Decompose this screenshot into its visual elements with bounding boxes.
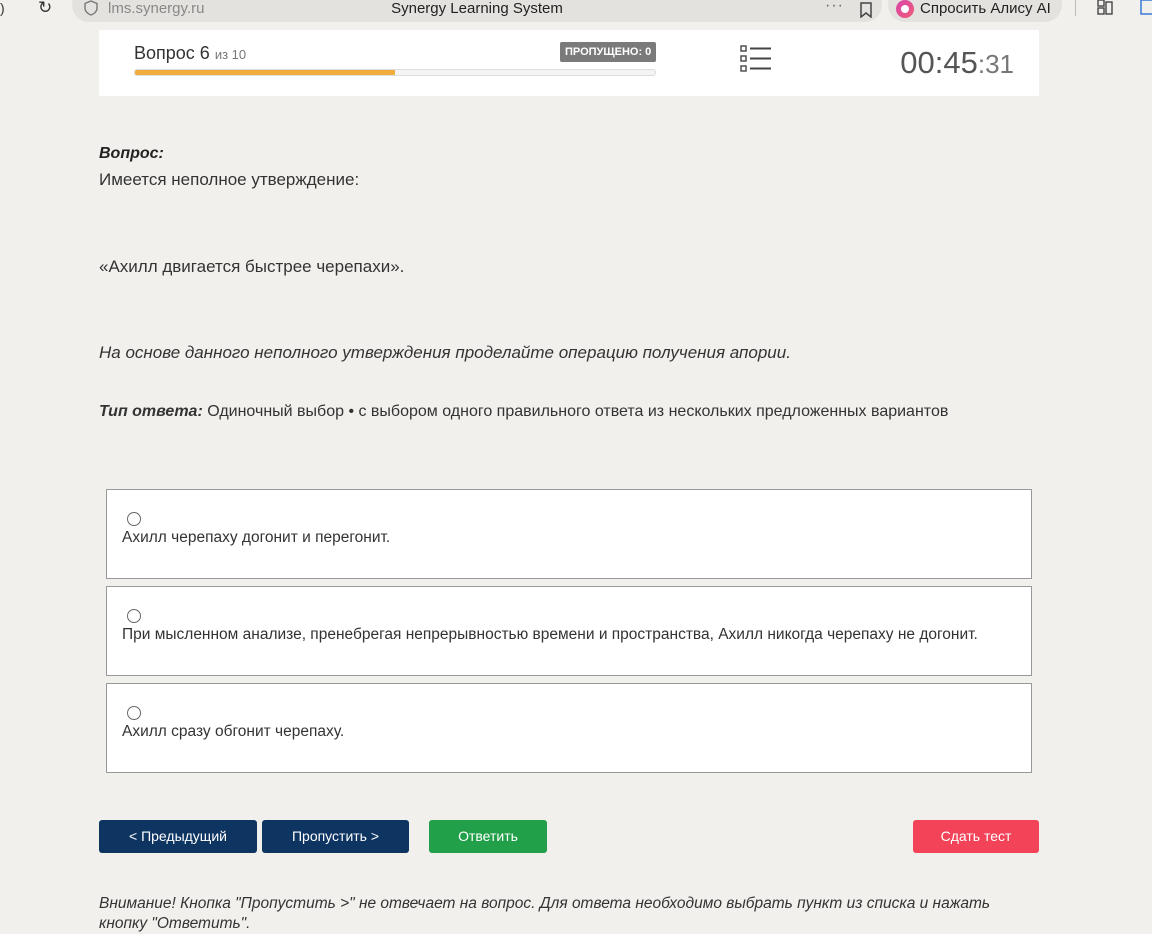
answer-button[interactable]: Ответить (429, 820, 547, 853)
question-instruction: На основе данного неполного утверждения … (99, 343, 791, 362)
radio-button[interactable] (127, 706, 141, 720)
question-total: из 10 (214, 47, 247, 62)
toolbar-divider (1075, 0, 1076, 16)
previous-button[interactable]: < Предыдущий (99, 820, 257, 853)
alice-button[interactable]: Спросить Алису AI (888, 0, 1062, 22)
answer-option[interactable]: Ахилл черепаху догонит и перегонит. (106, 489, 1032, 579)
radio-button[interactable] (127, 609, 141, 623)
extensions-icon[interactable] (1096, 0, 1114, 16)
answer-option[interactable]: Ахилл сразу обгонит черепаху. (106, 683, 1032, 773)
timer-seconds: :31 (977, 49, 1014, 79)
question-text-1: Имеется неполное утверждение: (99, 170, 360, 189)
countdown-timer: 00:45:31 (900, 45, 1014, 81)
answer-type-label: Тип ответа: (99, 403, 203, 420)
alice-label: Спросить Алису AI (920, 0, 1051, 17)
question-heading: Вопрос: (99, 145, 164, 162)
reload-icon[interactable]: ↻ (38, 0, 58, 18)
radio-button[interactable] (127, 512, 141, 526)
profile-icon[interactable] (1140, 0, 1152, 16)
skipped-badge: ПРОПУЩЕНО: 0 (560, 42, 657, 62)
answer-option-text: Ахилл черепаху догонит и перегонит. (122, 529, 391, 546)
answer-option[interactable]: При мысленном анализе, пренебрегая непре… (106, 586, 1032, 676)
address-bar[interactable]: lms.synergy.ru Synergy Learning System ·… (72, 0, 882, 22)
answer-type: Тип ответа: Одиночный выбор • с выбором … (99, 403, 948, 421)
progress-bar (134, 69, 656, 76)
skip-button[interactable]: Пропустить > (262, 820, 409, 853)
answer-option-text: Ахилл сразу обгонит черепаху. (122, 723, 345, 740)
answer-type-value: Одиночный выбор • с выбором одного прави… (202, 403, 949, 420)
page-title: Synergy Learning System (391, 0, 563, 17)
question-text-2: «Ахилл двигается быстрее черепахи». (99, 257, 405, 276)
question-number: Вопрос 6 (134, 43, 210, 63)
alice-icon (896, 0, 914, 18)
timer-main: 00:45 (900, 45, 978, 80)
bookmark-icon[interactable] (860, 2, 872, 18)
more-icon[interactable]: ··· (825, 0, 844, 15)
question-list-icon[interactable] (740, 44, 772, 74)
back-icon[interactable]: ) (0, 0, 16, 16)
submit-test-button[interactable]: Сдать тест (913, 820, 1039, 853)
question-counter: Вопрос 6 из 10 (134, 43, 246, 64)
browser-toolbar: ) ↻ lms.synergy.ru Synergy Learning Syst… (0, 0, 1152, 24)
answer-option-text: При мысленном анализе, пренебрегая непре… (122, 626, 978, 643)
progress-fill (135, 70, 395, 75)
test-header: Вопрос 6 из 10 ПРОПУЩЕНО: 0 00:45:31 (99, 30, 1039, 96)
warning-note: Внимание! Кнопка "Пропустить >" не отвеч… (99, 895, 991, 932)
